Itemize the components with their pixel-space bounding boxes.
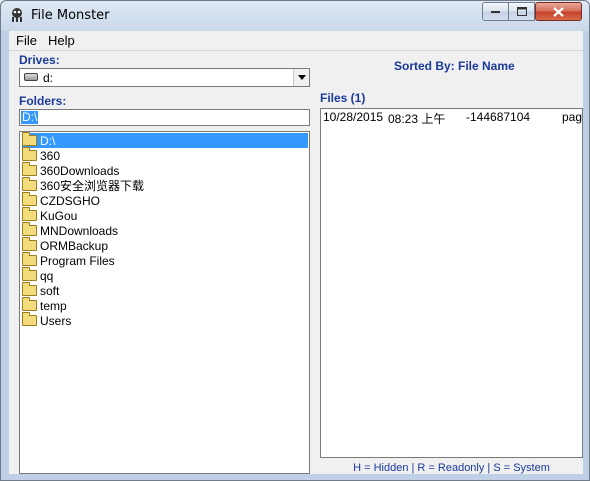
app-window: File Monster File Help Drives: d: Sorted… <box>0 0 590 481</box>
files-list[interactable]: 10/28/2015 08:23 上午 -144687104 page <box>320 108 583 458</box>
menu-file[interactable]: File <box>16 33 37 48</box>
tree-item[interactable]: 360Downloads <box>22 162 120 178</box>
menu-bar: File Help <box>9 31 583 51</box>
folder-icon <box>22 192 37 206</box>
tree-item[interactable]: temp <box>22 297 67 313</box>
tree-item[interactable]: 360安全浏览器下载 <box>22 177 145 193</box>
folder-path-text: D:\ <box>21 110 39 124</box>
folders-label: Folders: <box>19 94 67 108</box>
window-title: File Monster <box>31 8 110 23</box>
tree-item-label: D:\ <box>40 133 56 148</box>
tree-item[interactable]: D:\ <box>22 132 308 148</box>
minimize-icon <box>491 10 500 13</box>
folder-icon <box>22 237 37 251</box>
drive-icon <box>24 73 38 81</box>
files-label: Files (1) <box>320 91 366 105</box>
tree-item-label: Program Files <box>40 253 115 268</box>
tree-item[interactable]: ORMBackup <box>22 237 109 253</box>
chevron-down-icon <box>297 75 306 80</box>
menu-help[interactable]: Help <box>48 33 75 48</box>
open-folder-icon <box>22 132 37 146</box>
tree-item-label: temp <box>40 298 67 313</box>
folder-icon <box>22 207 37 221</box>
folder-icon <box>22 282 37 296</box>
file-size: -144687104 <box>466 110 531 124</box>
tree-item[interactable]: Users <box>22 312 72 328</box>
file-time: 08:23 上午 <box>388 112 446 126</box>
tree-item[interactable]: KuGou <box>22 207 78 223</box>
attribute-legend: H = Hidden | R = Readonly | S = System <box>353 462 550 474</box>
tree-item[interactable]: 360 <box>22 147 61 163</box>
folder-icon <box>22 177 37 191</box>
tree-item-label: Users <box>40 313 72 328</box>
folder-icon <box>22 312 37 326</box>
folder-icon <box>22 252 37 266</box>
tree-item[interactable]: CZDSGHO <box>22 192 100 208</box>
tree-item-label: 360安全浏览器下载 <box>40 179 145 193</box>
folder-icon <box>22 222 37 236</box>
file-name: page <box>562 110 583 124</box>
tree-item-label: CZDSGHO <box>40 193 100 208</box>
title-bar[interactable]: File Monster <box>1 1 589 31</box>
client-area: File Help Drives: d: Sorted By: File Nam… <box>9 31 583 474</box>
tree-item-label: ORMBackup <box>40 238 109 253</box>
tree-item-label: soft <box>40 283 60 298</box>
drives-label: Drives: <box>19 53 60 67</box>
tree-item-label: MNDownloads <box>40 223 119 238</box>
dropdown-arrow-button[interactable] <box>293 69 309 86</box>
folder-icon <box>22 297 37 311</box>
folder-icon <box>22 267 37 281</box>
app-icon <box>12 8 22 22</box>
tree-item-label: 360 <box>40 148 61 163</box>
maximize-button[interactable] <box>508 2 535 21</box>
folder-icon <box>22 147 37 161</box>
tree-item-label: qq <box>40 268 54 283</box>
tree-item-label: 360Downloads <box>40 163 120 178</box>
folder-path-field[interactable]: D:\ <box>19 109 310 126</box>
folder-icon <box>22 162 37 176</box>
maximize-icon <box>516 7 527 16</box>
file-date: 10/28/2015 <box>323 110 384 124</box>
close-icon <box>553 6 564 17</box>
close-button[interactable] <box>535 2 582 21</box>
tree-item[interactable]: MNDownloads <box>22 222 119 238</box>
tree-item[interactable]: soft <box>22 282 60 298</box>
folder-tree[interactable]: D:\ 360 360Downloads 360安全浏览器下载 CZDSGHO … <box>19 131 310 474</box>
drive-selected-value: d: <box>43 71 54 85</box>
tree-item[interactable]: qq <box>22 267 54 283</box>
minimize-button[interactable] <box>482 2 509 21</box>
sorted-by-label: Sorted By: File Name <box>394 59 515 73</box>
drives-dropdown[interactable]: d: <box>19 68 310 87</box>
tree-item-label: KuGou <box>40 208 78 223</box>
tree-item[interactable]: Program Files <box>22 252 115 268</box>
